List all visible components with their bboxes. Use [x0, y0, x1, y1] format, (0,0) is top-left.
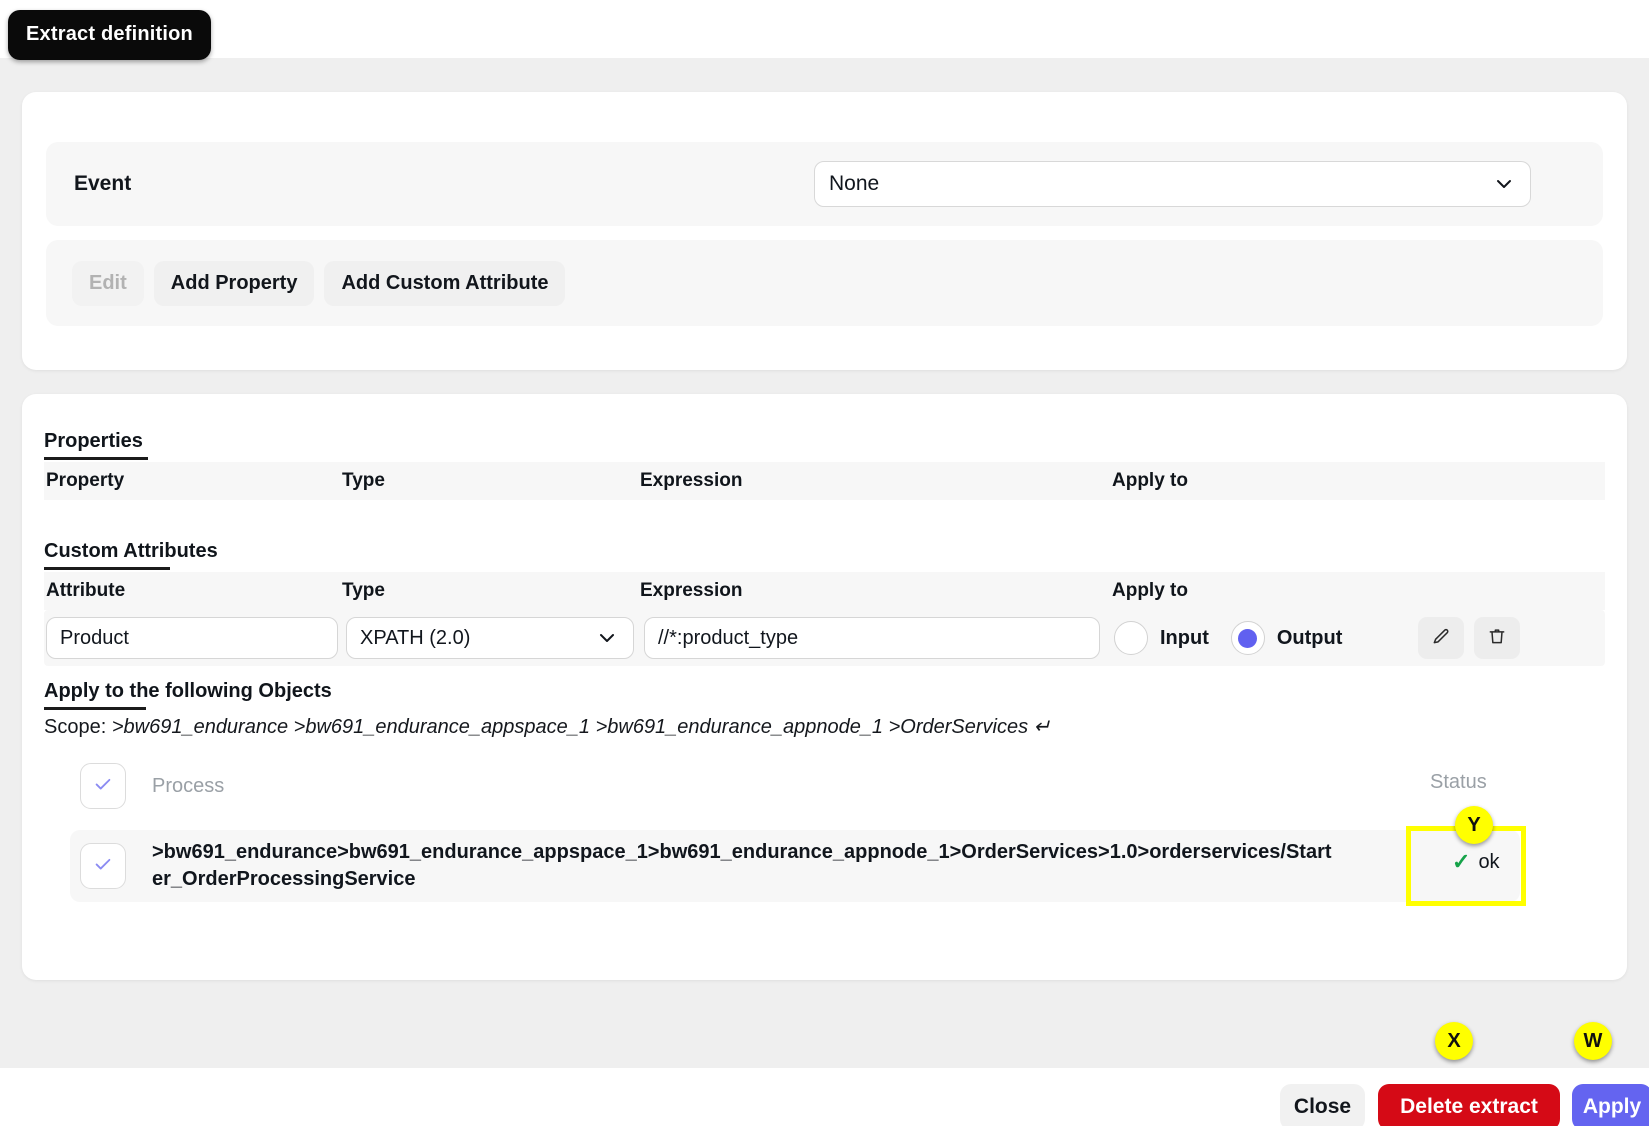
edit-button[interactable]: Edit [72, 260, 144, 306]
properties-title: Properties [44, 430, 143, 452]
attribute-expression-input[interactable] [644, 617, 1100, 659]
attribute-name-input[interactable] [46, 617, 338, 659]
edit-attribute-button[interactable] [1418, 617, 1464, 659]
marker-badge-w: W [1574, 1022, 1612, 1060]
apply-to-output-radio[interactable] [1230, 621, 1265, 655]
event-panel: Event None Edit Add Property Add Custom … [22, 92, 1627, 370]
custom-attribute-row: XPATH (2.0) Input Output [44, 610, 1605, 666]
event-label: Event [74, 172, 132, 195]
attribute-type-value: XPATH (2.0) [360, 626, 471, 649]
marker-badge-x: X [1435, 1022, 1473, 1060]
properties-col-expression: Expression [640, 470, 743, 491]
properties-col-property: Property [46, 470, 125, 491]
custom-attributes-underline [44, 567, 170, 570]
dialog-footer: Close Delete extract Apply [0, 1068, 1649, 1126]
apply-to-output-label: Output [1276, 626, 1343, 649]
attributes-col-type: Type [342, 580, 385, 601]
object-path: >bw691_endurance>bw691_endurance_appspac… [152, 841, 1332, 890]
attribute-toolbar: Edit Add Property Add Custom Attribute [46, 240, 1603, 326]
attributes-col-apply-to: Apply to [1112, 580, 1188, 601]
add-property-button[interactable]: Add Property [153, 260, 315, 306]
apply-to-input-radio[interactable] [1114, 621, 1148, 655]
delete-extract-button[interactable]: Delete extract [1378, 1084, 1560, 1126]
apply-to-radio-group: Input Output [1114, 621, 1342, 655]
select-all-checkbox[interactable] [80, 763, 126, 809]
marker-badge-y: Y [1455, 806, 1493, 844]
apply-objects-underline [44, 707, 146, 710]
pencil-icon [1431, 626, 1451, 651]
table-row[interactable]: >bw691_endurance>bw691_endurance_appspac… [70, 830, 1520, 902]
definition-panel: Properties Property Type Expression Appl… [22, 394, 1627, 980]
attributes-col-expression: Expression [640, 580, 743, 601]
apply-objects-title: Apply to the following Objects [44, 680, 332, 702]
apply-to-input-label: Input [1160, 626, 1209, 649]
scope-path: >bw691_endurance >bw691_endurance_appspa… [111, 716, 1034, 738]
objects-header-row: Process [70, 758, 1520, 814]
attribute-type-select[interactable]: XPATH (2.0) [346, 617, 634, 659]
wrap-arrow-icon: ↵ [1033, 716, 1051, 738]
properties-col-type: Type [342, 470, 385, 491]
chevron-down-icon [597, 628, 617, 648]
close-button[interactable]: Close [1280, 1084, 1365, 1126]
scope-line: Scope: >bw691_endurance >bw691_endurance… [44, 714, 1050, 739]
properties-underline [44, 457, 148, 460]
trash-icon [1487, 626, 1507, 651]
custom-attributes-table-header: Attribute Type Expression Apply to [44, 572, 1605, 610]
chevron-down-icon [1494, 174, 1514, 194]
custom-attributes-title: Custom Attributes [44, 540, 218, 562]
apply-button[interactable]: Apply [1572, 1084, 1649, 1126]
properties-table-header: Property Type Expression Apply to [44, 462, 1605, 500]
add-custom-attribute-button[interactable]: Add Custom Attribute [324, 260, 566, 306]
extract-definition-dialog: Extract definition Event None Edit Add P… [0, 0, 1649, 1126]
row-checkbox[interactable] [80, 843, 126, 889]
event-select[interactable]: None [814, 161, 1531, 207]
attributes-col-attribute: Attribute [46, 580, 126, 601]
process-column-label: Process [152, 774, 225, 797]
check-icon [92, 853, 114, 880]
delete-attribute-button[interactable] [1474, 617, 1520, 659]
check-icon [92, 773, 114, 800]
scope-label: Scope: [44, 716, 112, 738]
status-column-label: Status [1430, 771, 1487, 793]
properties-col-apply-to: Apply to [1112, 470, 1188, 491]
extract-definition-tooltip: Extract definition [8, 10, 211, 60]
event-select-value: None [829, 172, 880, 195]
event-row: Event None [46, 142, 1603, 226]
radio-selected-dot [1238, 628, 1258, 648]
